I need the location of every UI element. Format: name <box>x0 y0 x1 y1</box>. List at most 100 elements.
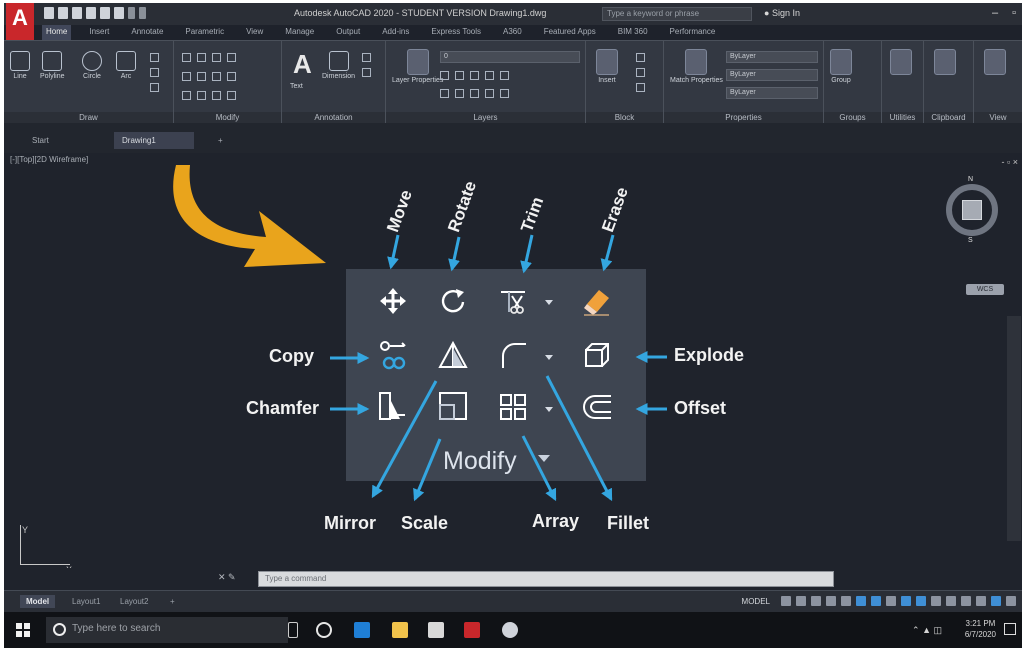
explode-small-icon[interactable] <box>227 72 236 81</box>
layout-tab-model[interactable]: Model <box>20 595 56 608</box>
restore-button[interactable]: ▫ <box>1012 7 1016 19</box>
layer-freeze-icon[interactable] <box>455 71 464 80</box>
leader-icon[interactable] <box>362 53 371 62</box>
layer-walk-icon[interactable] <box>455 89 464 98</box>
ribbon-tab-featured-apps[interactable]: Featured Apps <box>540 25 600 40</box>
boundary-icon[interactable] <box>150 83 159 92</box>
layer-dropdown[interactable]: 0 <box>440 51 580 63</box>
units-icon[interactable] <box>946 596 956 606</box>
isolate-icon[interactable] <box>976 596 986 606</box>
layer-lock-icon[interactable] <box>470 71 479 80</box>
steam-icon[interactable] <box>502 622 518 638</box>
dimension-tool[interactable]: Dimension <box>322 51 355 80</box>
workspace-icon[interactable] <box>931 596 941 606</box>
scale-small-icon[interactable] <box>197 91 206 100</box>
notification-center-icon[interactable] <box>1004 623 1016 635</box>
windows-start-icon[interactable] <box>16 623 30 637</box>
ribbon-tab-manage[interactable]: Manage <box>281 25 318 40</box>
erase-small-icon[interactable] <box>227 53 236 62</box>
task-view-icon[interactable] <box>316 622 332 638</box>
layer-copy-icon[interactable] <box>500 89 509 98</box>
save-as-icon[interactable] <box>86 7 96 19</box>
hatch-icon[interactable] <box>150 68 159 77</box>
layer-iso-icon[interactable] <box>485 71 494 80</box>
taskbar-clock[interactable]: 3:21 PM 6/7/2020 <box>965 618 996 640</box>
insert-block-tool[interactable]: Insert <box>596 49 618 84</box>
doc-tab-drawing1[interactable]: Drawing1 <box>114 132 194 149</box>
microphone-icon[interactable] <box>288 622 298 638</box>
ribbon-tab-output[interactable]: Output <box>332 25 364 40</box>
view-tool[interactable] <box>984 49 1006 77</box>
linetype-dropdown[interactable]: ByLayer <box>726 69 818 81</box>
autocad-logo-button[interactable]: A <box>6 3 34 40</box>
system-tray[interactable]: ⌃ ▲ ◫ <box>912 625 942 636</box>
create-block-icon[interactable] <box>636 53 645 62</box>
new-tab-button[interactable]: + <box>210 132 231 149</box>
command-line-icons[interactable]: ✕ ✎ <box>218 572 236 583</box>
model-space-toggle[interactable]: MODEL <box>742 597 770 606</box>
autocad-taskbar-icon[interactable] <box>464 622 480 638</box>
doc-tab-start[interactable]: Start <box>24 132 57 149</box>
osnap-icon[interactable] <box>856 596 866 606</box>
quick-properties-icon[interactable] <box>961 596 971 606</box>
rotate-small-icon[interactable] <box>197 53 206 62</box>
text-icon[interactable]: A <box>293 49 312 80</box>
lineweight-icon[interactable] <box>886 596 896 606</box>
edge-icon[interactable] <box>354 622 370 638</box>
ribbon-tab-view[interactable]: View <box>242 25 267 40</box>
layer-match-icon[interactable] <box>500 71 509 80</box>
table-icon[interactable] <box>362 68 371 77</box>
drawing-viewport[interactable]: [-][Top][2D Wireframe] - ▫ × N S WCS Y X <box>4 153 1022 586</box>
annotation-visibility-icon[interactable] <box>916 596 926 606</box>
store-icon[interactable] <box>428 622 444 638</box>
mirror-small-icon[interactable] <box>197 72 206 81</box>
layer-delete-icon[interactable] <box>485 89 494 98</box>
layer-properties-tool[interactable]: Layer Properties <box>392 49 443 84</box>
layer-on-icon[interactable] <box>440 71 449 80</box>
ribbon-tab-express-tools[interactable]: Express Tools <box>427 25 485 40</box>
ribbon-tab-insert[interactable]: Insert <box>85 25 113 40</box>
ortho-icon[interactable] <box>811 596 821 606</box>
save-icon[interactable] <box>72 7 82 19</box>
layer-merge-icon[interactable] <box>470 89 479 98</box>
plot-icon[interactable] <box>100 7 110 19</box>
undo-icon[interactable] <box>128 7 135 19</box>
layer-prev-icon[interactable] <box>440 89 449 98</box>
ribbon-tab-annotate[interactable]: Annotate <box>127 25 167 40</box>
move-small-icon[interactable] <box>182 53 191 62</box>
fullscreen-icon[interactable] <box>991 596 1001 606</box>
arc-tool[interactable]: Arc <box>116 51 136 80</box>
open-icon[interactable] <box>58 7 68 19</box>
command-line-input[interactable]: Type a command <box>258 571 834 587</box>
ribbon-tab-parametric[interactable]: Parametric <box>181 25 228 40</box>
new-icon[interactable] <box>44 7 54 19</box>
share-icon[interactable] <box>114 7 124 19</box>
layout-tab-layout2[interactable]: Layout2 <box>114 595 154 608</box>
attribute-icon[interactable] <box>636 83 645 92</box>
circle-tool[interactable]: Circle <box>82 51 102 80</box>
polyline-tool[interactable]: Polyline <box>40 51 65 80</box>
utilities-tool[interactable] <box>890 49 912 77</box>
snap-icon[interactable] <box>796 596 806 606</box>
redo-icon[interactable] <box>139 7 146 19</box>
group-tool[interactable]: Group <box>830 49 852 84</box>
color-dropdown[interactable]: ByLayer <box>726 51 818 63</box>
rectangle-icon[interactable] <box>150 53 159 62</box>
isodraft-icon[interactable] <box>841 596 851 606</box>
ribbon-tab-home[interactable]: Home <box>42 25 72 40</box>
trim-small-icon[interactable] <box>212 53 221 62</box>
minimize-button[interactable]: – <box>992 7 998 19</box>
line-tool[interactable]: Line <box>10 51 30 80</box>
taskbar-search[interactable]: Type here to search <box>46 617 288 643</box>
customize-icon[interactable] <box>1006 596 1016 606</box>
ribbon-tab-bim360[interactable]: BIM 360 <box>614 25 652 40</box>
text-tool-label[interactable]: Text <box>290 83 303 90</box>
ribbon-tab-performance[interactable]: Performance <box>666 25 720 40</box>
copy-small-icon[interactable] <box>182 72 191 81</box>
fillet-small-icon[interactable] <box>212 72 221 81</box>
ribbon-tab-a360[interactable]: A360 <box>499 25 526 40</box>
lineweight-dropdown[interactable]: ByLayer <box>726 87 818 99</box>
otrack-icon[interactable] <box>871 596 881 606</box>
sign-in-button[interactable]: ● Sign In <box>764 8 800 18</box>
new-layout-button[interactable]: + <box>164 595 181 608</box>
